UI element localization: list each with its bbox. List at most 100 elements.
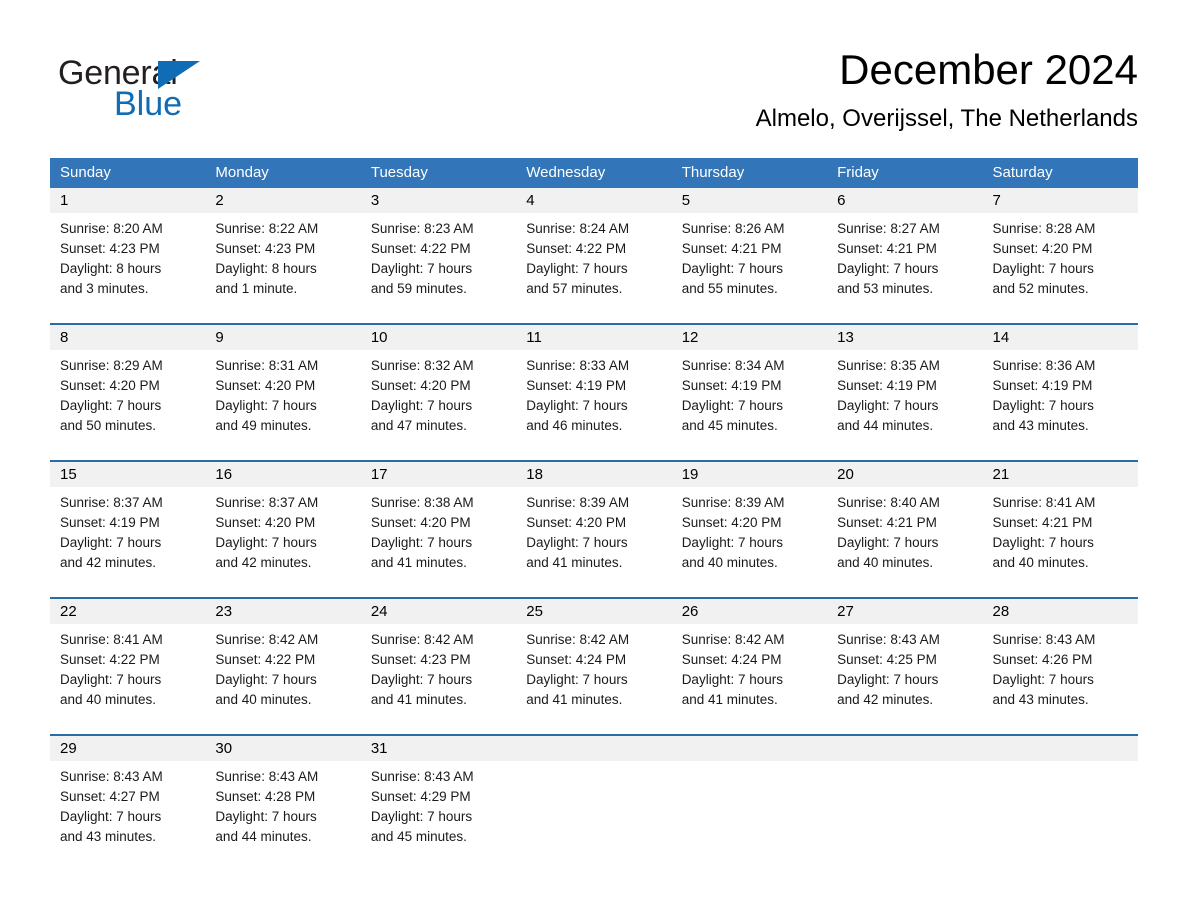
sunrise-text: Sunrise: 8:33 AM	[526, 358, 630, 373]
day-number[interactable]: 13	[827, 325, 982, 350]
day-cell: Sunrise: 8:42 AM Sunset: 4:23 PM Dayligh…	[361, 624, 516, 721]
day-number[interactable]: 5	[672, 188, 827, 213]
daylight-text-cont: and 40 minutes.	[992, 555, 1089, 570]
day-cell: Sunrise: 8:27 AM Sunset: 4:21 PM Dayligh…	[827, 213, 982, 310]
sunrise-text: Sunrise: 8:43 AM	[992, 632, 1096, 647]
sunrise-text: Sunrise: 8:35 AM	[837, 358, 940, 373]
day-number[interactable]: 29	[50, 736, 205, 761]
daylight-text-cont: and 47 minutes.	[370, 418, 467, 433]
day-number[interactable]: 4	[516, 188, 671, 213]
day-number[interactable]: 10	[361, 325, 516, 350]
sunrise-text: Sunrise: 8:43 AM	[837, 632, 940, 647]
day-number[interactable]: 18	[516, 462, 671, 487]
day-number[interactable]: 23	[205, 599, 360, 624]
sunset-text: Sunset: 4:21 PM	[837, 241, 937, 256]
daylight-text-cont: and 43 minutes.	[992, 418, 1089, 433]
day-number[interactable]: 15	[50, 462, 205, 487]
sunset-text: Sunset: 4:20 PM	[526, 515, 627, 530]
page-title: December 2024	[839, 46, 1138, 93]
sunrise-text: Sunrise: 8:34 AM	[681, 358, 785, 373]
daylight-text-cont: and 44 minutes.	[837, 418, 934, 433]
day-cell: Sunrise: 8:38 AM Sunset: 4:20 PM Dayligh…	[361, 487, 516, 584]
day-number[interactable]: 25	[516, 599, 671, 624]
day-number[interactable]: 14	[983, 325, 1138, 350]
day-cell: Sunrise: 8:42 AM Sunset: 4:22 PM Dayligh…	[205, 624, 360, 721]
day-number[interactable]: 16	[205, 462, 360, 487]
day-number[interactable]: 9	[205, 325, 360, 350]
daylight-text-cont: and 45 minutes.	[681, 418, 778, 433]
daylight-text-cont: and 59 minutes.	[370, 281, 467, 296]
day-cell: Sunrise: 8:42 AM Sunset: 4:24 PM Dayligh…	[516, 624, 671, 721]
sunset-text: Sunset: 4:22 PM	[60, 652, 160, 667]
daylight-text-cont: and 42 minutes.	[837, 692, 934, 707]
day-number[interactable]: 1	[50, 188, 205, 213]
day-number[interactable]: 7	[983, 188, 1138, 213]
daylight-text-cont: and 52 minutes.	[992, 281, 1089, 296]
day-number[interactable]: 17	[361, 462, 516, 487]
day-number[interactable]: 6	[827, 188, 982, 213]
sunset-text: Sunset: 4:19 PM	[526, 378, 627, 393]
sunset-text: Sunset: 4:23 PM	[60, 241, 160, 256]
sunset-text: Sunset: 4:19 PM	[60, 515, 160, 530]
sunset-text: Sunset: 4:22 PM	[370, 241, 471, 256]
sunrise-text: Sunrise: 8:40 AM	[837, 495, 940, 510]
week-row: 1 2 3 4 5 6 7 Sunrise: 8:20 AM Sunset: 4…	[50, 188, 1138, 310]
day-cell: Sunrise: 8:43 AM Sunset: 4:25 PM Dayligh…	[827, 624, 982, 721]
day-cell: Sunrise: 8:39 AM Sunset: 4:20 PM Dayligh…	[516, 487, 671, 584]
day-info-row: Sunrise: 8:20 AM Sunset: 4:23 PM Dayligh…	[50, 213, 1138, 310]
sunrise-text: Sunrise: 8:36 AM	[992, 358, 1096, 373]
daylight-text-cont: and 42 minutes.	[60, 555, 157, 570]
sunrise-text: Sunrise: 8:41 AM	[992, 495, 1096, 510]
day-number[interactable]: 22	[50, 599, 205, 624]
date-number-row: 22 23 24 25 26 27 28	[50, 599, 1138, 624]
calendar-grid: Sunday Monday Tuesday Wednesday Thursday…	[50, 158, 1138, 858]
daylight-text: Daylight: 7 hours	[837, 672, 939, 687]
day-cell: Sunrise: 8:26 AM Sunset: 4:21 PM Dayligh…	[672, 213, 827, 310]
week-row: 29 30 31 Sunrise: 8:43 AM Sunset: 4:27 P…	[50, 734, 1138, 858]
weekday-thursday: Thursday	[681, 164, 745, 181]
day-number[interactable]: 28	[983, 599, 1138, 624]
daylight-text: Daylight: 7 hours	[370, 261, 473, 276]
day-number[interactable]: 31	[361, 736, 516, 761]
day-number[interactable]: 30	[205, 736, 360, 761]
sunset-text: Sunset: 4:20 PM	[370, 378, 471, 393]
day-number[interactable]: 12	[672, 325, 827, 350]
general-blue-logo: General Blue	[58, 54, 358, 134]
day-number-empty	[983, 736, 1138, 761]
sunrise-text: Sunrise: 8:42 AM	[526, 632, 630, 647]
daylight-text-cont: and 3 minutes.	[60, 281, 149, 296]
weekday-header-row: Sunday Monday Tuesday Wednesday Thursday…	[50, 158, 1138, 188]
day-number[interactable]: 3	[361, 188, 516, 213]
daylight-text: Daylight: 7 hours	[60, 398, 162, 413]
week-row: 15 16 17 18 19 20 21 Sunrise: 8:37 AM Su…	[50, 460, 1138, 584]
day-cell: Sunrise: 8:22 AM Sunset: 4:23 PM Dayligh…	[205, 213, 360, 310]
day-number[interactable]: 11	[516, 325, 671, 350]
day-number[interactable]: 21	[983, 462, 1138, 487]
day-number[interactable]: 24	[361, 599, 516, 624]
day-number[interactable]: 27	[827, 599, 982, 624]
daylight-text: Daylight: 7 hours	[370, 398, 473, 413]
day-number[interactable]: 8	[50, 325, 205, 350]
sunrise-text: Sunrise: 8:42 AM	[215, 632, 319, 647]
day-cell: Sunrise: 8:37 AM Sunset: 4:19 PM Dayligh…	[50, 487, 205, 584]
date-number-row: 15 16 17 18 19 20 21	[50, 462, 1138, 487]
daylight-text: Daylight: 7 hours	[526, 672, 628, 687]
day-cell-empty	[827, 761, 982, 858]
day-number[interactable]: 19	[672, 462, 827, 487]
sunrise-text: Sunrise: 8:24 AM	[526, 221, 630, 236]
day-cell: Sunrise: 8:40 AM Sunset: 4:21 PM Dayligh…	[827, 487, 982, 584]
sunset-text: Sunset: 4:21 PM	[681, 241, 782, 256]
day-number[interactable]: 2	[205, 188, 360, 213]
sunrise-text: Sunrise: 8:39 AM	[526, 495, 630, 510]
daylight-text-cont: and 46 minutes.	[526, 418, 623, 433]
day-number[interactable]: 26	[672, 599, 827, 624]
daylight-text: Daylight: 8 hours	[60, 261, 162, 276]
sunset-text: Sunset: 4:21 PM	[837, 515, 937, 530]
sunset-text: Sunset: 4:20 PM	[60, 378, 160, 393]
daylight-text-cont: and 40 minutes.	[60, 692, 157, 707]
day-cell: Sunrise: 8:20 AM Sunset: 4:23 PM Dayligh…	[50, 213, 205, 310]
day-number[interactable]: 20	[827, 462, 982, 487]
sunset-text: Sunset: 4:23 PM	[370, 652, 471, 667]
daylight-text-cont: and 40 minutes.	[215, 692, 312, 707]
day-cell: Sunrise: 8:43 AM Sunset: 4:26 PM Dayligh…	[983, 624, 1138, 721]
